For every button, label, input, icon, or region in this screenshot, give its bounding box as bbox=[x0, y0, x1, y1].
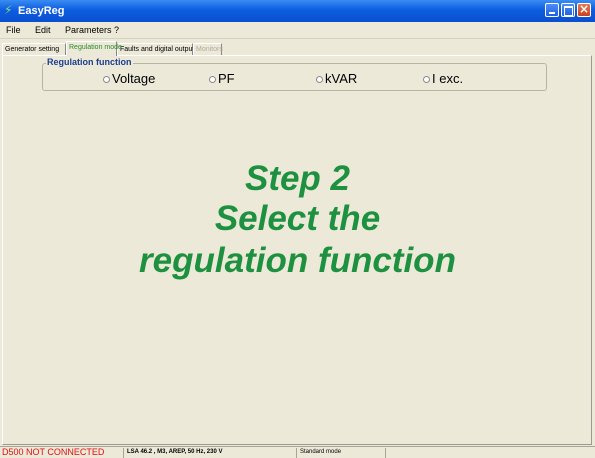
tab-generator-setting[interactable]: Generator setting bbox=[2, 43, 66, 55]
radio-voltage-label: Voltage bbox=[112, 71, 156, 86]
regulation-function-legend: Regulation function bbox=[46, 57, 133, 67]
app-icon: ⚡ bbox=[4, 3, 13, 17]
menu-help[interactable]: ? bbox=[114, 24, 119, 36]
radio-kvar-label: kVAR bbox=[325, 71, 358, 86]
radio-button-icon[interactable] bbox=[209, 76, 216, 83]
instruction-step: Step 2 bbox=[244, 159, 351, 198]
mode-status: Standard mode bbox=[300, 449, 342, 455]
tab-faults-digital-outputs[interactable]: Faults and digital outputs bbox=[117, 43, 198, 55]
instruction-line-2: Select the bbox=[214, 199, 381, 238]
tab-bar: Generator setting Regulation mode Faults… bbox=[0, 41, 595, 56]
radio-pf-label: PF bbox=[218, 71, 235, 86]
menu-parameters[interactable]: Parameters bbox=[65, 24, 112, 36]
window-title: EasyReg bbox=[18, 5, 65, 17]
maximize-button[interactable] bbox=[561, 3, 575, 17]
radio-button-icon[interactable] bbox=[423, 76, 430, 83]
radio-i-exc-label: I exc. bbox=[432, 71, 464, 86]
generator-model-status: LSA 46.2 , M3, AREP, 50 Hz, 230 V bbox=[127, 449, 223, 455]
radio-button-icon[interactable] bbox=[316, 76, 323, 83]
menu-bar: File Edit Parameters ? bbox=[0, 22, 595, 39]
tab-regulation-mode[interactable]: Regulation mode bbox=[66, 41, 122, 56]
status-bar: D500 NOT CONNECTED LSA 46.2 , M3, AREP, … bbox=[0, 446, 595, 458]
minimize-icon bbox=[549, 12, 555, 14]
title-bar: ⚡ EasyReg × bbox=[0, 0, 595, 22]
close-icon: × bbox=[578, 2, 590, 16]
menu-edit[interactable]: Edit bbox=[35, 24, 51, 36]
close-button[interactable]: × bbox=[577, 2, 591, 17]
instruction-line-3: regulation function bbox=[139, 241, 456, 280]
menu-file[interactable]: File bbox=[6, 24, 21, 36]
maximize-icon bbox=[564, 6, 573, 16]
radio-button-icon[interactable] bbox=[103, 76, 110, 83]
connection-status: D500 NOT CONNECTED bbox=[2, 447, 105, 457]
minimize-button[interactable] bbox=[545, 3, 559, 17]
tab-monitors: Monitors bbox=[193, 43, 223, 55]
